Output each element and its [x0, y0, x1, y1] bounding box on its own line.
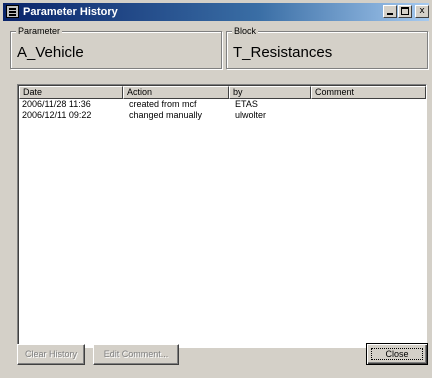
close-button-label: Close: [385, 349, 409, 359]
block-name: T_Resistances: [233, 44, 333, 61]
window-app-icon[interactable]: [6, 5, 19, 18]
edit-comment-button[interactable]: Edit Comment...: [93, 344, 179, 365]
row-date: 2006/12/11 09:22: [22, 110, 92, 120]
table-row[interactable]: 2006/11/28 11:36 created from mcf ETAS: [19, 99, 426, 110]
history-list-header: Date Action by Comment: [19, 86, 426, 99]
table-row[interactable]: 2006/12/11 09:22 changed manually ulwolt…: [19, 110, 426, 121]
row-author: ETAS: [235, 99, 258, 109]
row-date: 2006/11/28 11:36: [22, 99, 91, 109]
close-button[interactable]: Close: [366, 343, 428, 365]
window-title: Parameter History: [23, 6, 118, 18]
column-header-date[interactable]: Date: [19, 86, 123, 99]
parameter-name: A_Vehicle: [17, 44, 84, 61]
column-header-action[interactable]: Action: [123, 86, 229, 99]
title-bar[interactable]: Parameter History x: [3, 3, 429, 21]
maximize-button[interactable]: [398, 5, 412, 18]
row-action: changed manually: [129, 110, 203, 120]
block-group: Block T_Resistances: [226, 25, 428, 69]
minimize-button[interactable]: [383, 5, 397, 18]
history-list[interactable]: Date Action by Comment 2006/11/28 11:36 …: [17, 84, 427, 348]
row-action: created from mcf: [129, 99, 197, 109]
column-header-by[interactable]: by: [229, 86, 311, 99]
parameter-label: Parameter: [16, 25, 63, 37]
block-label: Block: [232, 25, 259, 37]
parameter-history-window: Parameter History x Parameter A_Vehicle …: [0, 0, 432, 378]
column-header-comment[interactable]: Comment: [311, 86, 426, 99]
close-window-button[interactable]: x: [415, 5, 429, 18]
clear-history-button[interactable]: Clear History: [17, 344, 85, 365]
row-author: ulwolter: [235, 110, 267, 120]
parameter-group: Parameter A_Vehicle: [10, 25, 222, 69]
close-icon: x: [419, 6, 425, 16]
